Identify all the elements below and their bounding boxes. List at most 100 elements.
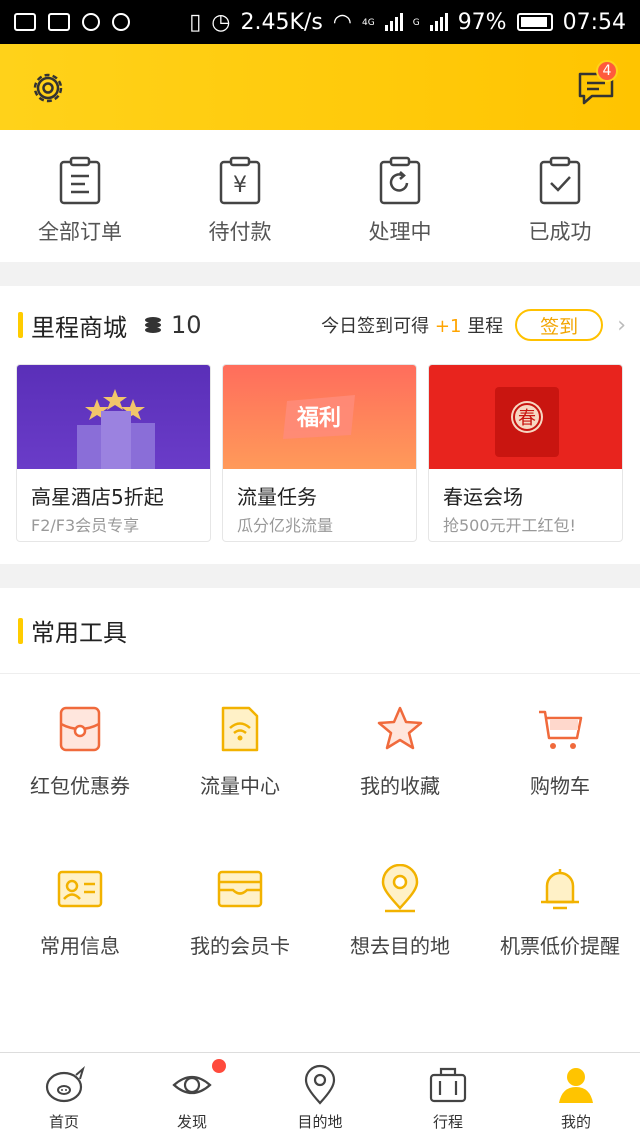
tool-wish-destination[interactable]: 想去目的地 [320, 834, 480, 994]
cart-icon [539, 710, 583, 749]
coins-icon [145, 317, 161, 333]
mileage-mall-section: 里程商城 10 今日签到可得 +1 里程 签到 › 高星酒店5折起 F2/F3会… [0, 286, 640, 564]
notification-dot [212, 1059, 226, 1073]
pin-icon [304, 1064, 336, 1105]
mileage-title: 里程商城 [31, 313, 127, 342]
tab-label: 我的 [560, 1113, 591, 1131]
tab-label: 目的地 [297, 1113, 343, 1131]
order-success-button[interactable]: 已成功 [480, 130, 640, 262]
tool-traffic-center[interactable]: 流量中心 [160, 674, 320, 834]
tool-red-packet[interactable]: 红包优惠券 [0, 674, 160, 834]
red-packet-icon [59, 706, 101, 752]
tab-label: 行程 [432, 1113, 463, 1131]
clock: 07:54 [562, 9, 626, 35]
tools-header: 常用工具 [0, 588, 640, 674]
sign-tip-suffix: 里程 [467, 316, 504, 337]
mileage-header[interactable]: 里程商城 10 今日签到可得 +1 里程 签到 › [0, 286, 640, 364]
order-unpaid-button[interactable]: ¥ 待付款 [160, 130, 320, 262]
promo-card-hotel[interactable]: 高星酒店5折起 F2/F3会员专享 [16, 364, 211, 542]
order-unpaid-label: 待付款 [208, 220, 272, 244]
tool-cart[interactable]: 购物车 [480, 674, 640, 834]
spring-seal-text: 春 [518, 408, 536, 429]
record-icon [112, 13, 130, 31]
profile-header: 4 [0, 44, 640, 130]
promo-card-subtitle: 瓜分亿兆流量 [237, 516, 334, 535]
section-accent-bar [18, 617, 23, 644]
sign-in-button[interactable]: 签到 [515, 309, 604, 341]
order-all-label: 全部订单 [38, 220, 122, 244]
welfare-flag-illustration: 福利 [283, 395, 355, 439]
tab-discover[interactable]: 发现 [128, 1053, 256, 1138]
pig-icon [45, 1066, 85, 1103]
tool-label: 想去目的地 [350, 934, 450, 958]
tool-label: 常用信息 [40, 934, 120, 958]
tab-destination[interactable]: 目的地 [256, 1053, 384, 1138]
wallet-card-icon [217, 870, 263, 908]
promo-card-subtitle: 抢500元开工红包! [443, 516, 576, 535]
wifi-sim-icon [221, 706, 259, 752]
mileage-coins: 10 [171, 311, 202, 339]
eye-icon [172, 1075, 212, 1095]
promo-cards: 高星酒店5折起 F2/F3会员专享 福利 流量任务 瓜分亿兆流量 春 春运会场 … [0, 364, 640, 542]
network-speed: 2.45K/s [240, 9, 323, 35]
promo-card-title: 高星酒店5折起 [31, 485, 164, 509]
id-card-icon [57, 870, 103, 908]
promo-card-title: 流量任务 [237, 485, 317, 509]
mileage-balance: 10 [143, 311, 202, 339]
luggage-icon [429, 1067, 467, 1103]
tool-label: 机票低价提醒 [500, 934, 620, 958]
tab-trips[interactable]: 行程 [384, 1053, 512, 1138]
common-tools-section: 常用工具 红包优惠券 流量中心 我的收藏 购物车 常用信息 我的会员卡 想去目的… [0, 588, 640, 1058]
location-pin-icon [381, 864, 419, 913]
bell-icon [541, 869, 579, 910]
tools-grid: 红包优惠券 流量中心 我的收藏 购物车 常用信息 我的会员卡 想去目的地 机票低… [0, 674, 640, 994]
traffic-banner-image: 福利 [223, 365, 416, 469]
user-icon [559, 1068, 593, 1103]
tool-label: 我的收藏 [360, 774, 440, 798]
tool-fare-alert[interactable]: 机票低价提醒 [480, 834, 640, 994]
clipboard-yen-icon: ¥ [219, 156, 261, 205]
signal-2-icon [429, 13, 448, 31]
sign-tip-prefix: 今日签到可得 [321, 316, 430, 337]
tab-label: 首页 [48, 1113, 79, 1131]
sign-tip-bonus: +1 [434, 316, 462, 337]
battery-icon [516, 13, 553, 31]
tool-member-card[interactable]: 我的会员卡 [160, 834, 320, 994]
tool-favorites[interactable]: 我的收藏 [320, 674, 480, 834]
clipboard-refresh-icon [379, 156, 421, 205]
clipboard-list-icon [59, 156, 101, 205]
section-accent-bar [18, 312, 23, 338]
order-all-button[interactable]: 全部订单 [0, 130, 160, 262]
gear-icon[interactable] [28, 68, 68, 108]
promo-card-traffic[interactable]: 福利 流量任务 瓜分亿兆流量 [222, 364, 417, 542]
tools-title: 常用工具 [31, 619, 127, 647]
clipboard-check-icon [539, 156, 581, 205]
tool-common-info[interactable]: 常用信息 [0, 834, 160, 994]
network-type-g: G [412, 17, 420, 28]
tool-label: 购物车 [530, 774, 590, 798]
svg-text:¥: ¥ [233, 173, 247, 198]
tab-label: 发现 [176, 1113, 207, 1131]
wechat-icon [82, 13, 100, 31]
order-shortcuts: 全部订单 ¥ 待付款 处理中 已成功 [0, 130, 640, 262]
promo-card-title: 春运会场 [443, 485, 523, 509]
promo-card-spring[interactable]: 春 春运会场 抢500元开工红包! [428, 364, 623, 542]
order-processing-button[interactable]: 处理中 [320, 130, 480, 262]
chevron-right-icon[interactable]: › [617, 313, 626, 338]
spring-banner-image: 春 [429, 365, 622, 469]
message-badge: 4 [596, 60, 618, 82]
order-success-label: 已成功 [528, 220, 592, 244]
wifi-icon: ◠ [332, 9, 352, 35]
tab-mine[interactable]: 我的 [512, 1053, 640, 1138]
battery-percent: 97% [457, 9, 507, 35]
network-type-4g: 4G [362, 17, 375, 28]
sign-in-tip: 今日签到可得 +1 里程 [321, 312, 503, 338]
app-notification-icon [48, 13, 70, 31]
welfare-flag-text: 福利 [296, 406, 341, 431]
red-envelope-illustration: 春 [495, 387, 559, 457]
tab-home[interactable]: 首页 [0, 1053, 128, 1138]
hotel-buildings-illustration [77, 389, 155, 469]
tool-label: 红包优惠券 [30, 774, 130, 798]
hotel-banner-image [17, 365, 210, 469]
status-bar: ▯ ◷ 2.45K/s ◠ 4G G 97% 07:54 [0, 0, 640, 44]
